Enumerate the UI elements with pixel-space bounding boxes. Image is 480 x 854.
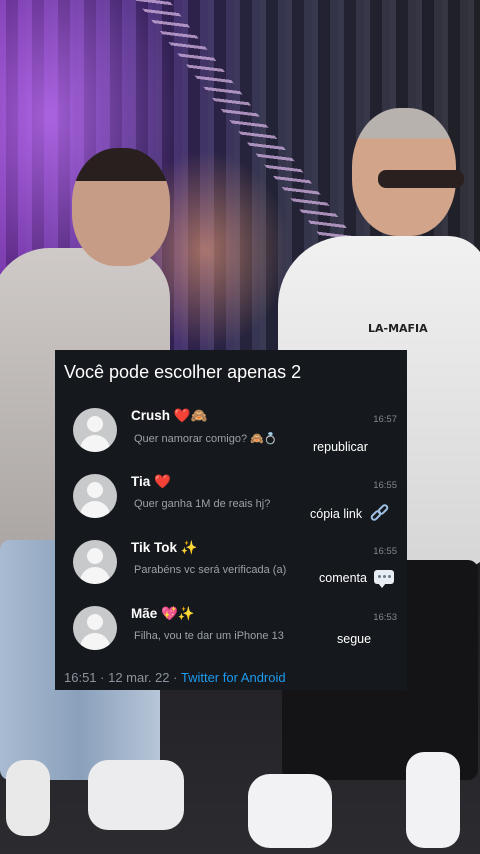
comment-bubble-icon (374, 570, 395, 588)
chat-item[interactable]: Tia ❤️ Quer ganha 1M de reais hj? 16:55 … (55, 470, 407, 534)
chat-item[interactable]: Tik Tok ✨ Parabéns vc será verificada (a… (55, 536, 407, 600)
left-person-shoe (6, 760, 50, 836)
chat-time: 16:57 (373, 414, 397, 425)
right-person-shoe (248, 774, 332, 848)
chat-message: Quer ganha 1M de reais hj? (134, 498, 271, 510)
chat-message: Quer namorar comigo? 🙈💍 (134, 433, 278, 445)
link-icon (368, 502, 390, 523)
chat-message: Filha, vou te dar um iPhone 13 (134, 630, 284, 642)
avatar (73, 474, 117, 518)
avatar (73, 540, 117, 584)
avatar (73, 606, 117, 650)
chat-name: Mãe 💖✨ (131, 606, 195, 621)
chat-name: Tia ❤️ (131, 474, 171, 489)
avatar (73, 408, 117, 452)
tweet-source-link[interactable]: Twitter for Android (181, 670, 286, 685)
chat-item[interactable]: Crush ❤️🙈 Quer namorar comigo? 🙈💍 16:57 … (55, 404, 407, 468)
sunglasses (378, 170, 464, 188)
tweet-title: Você pode escolher apenas 2 (64, 362, 302, 382)
chat-item[interactable]: Mãe 💖✨ Filha, vou te dar um iPhone 13 16… (55, 602, 407, 666)
left-person-head (72, 148, 170, 266)
action-label-comenta: comenta (319, 570, 395, 588)
left-person-shoe (88, 760, 184, 830)
chat-time: 16:53 (373, 612, 397, 623)
tweet-timestamp: 16:51 · 12 mar. 22 · (64, 670, 178, 685)
chat-name: Tik Tok ✨ (131, 540, 198, 555)
tweet-footer: 16:51 · 12 mar. 22 · Twitter for Android (64, 670, 286, 685)
action-label-republicar: republicar (313, 440, 368, 454)
chat-time: 16:55 (373, 546, 397, 557)
chat-time: 16:55 (373, 480, 397, 491)
chat-message: Parabéns vc será verificada (a) (134, 564, 287, 576)
shirt-logo: LA-MAFIA (368, 322, 428, 335)
tweet-card: Você pode escolher apenas 2 Crush ❤️🙈 Qu… (55, 350, 407, 690)
action-label-segue: segue (337, 632, 372, 646)
right-person-shoe (406, 752, 460, 848)
action-label-copia-link: cópia link (310, 502, 390, 523)
chat-name: Crush ❤️🙈 (131, 408, 208, 423)
